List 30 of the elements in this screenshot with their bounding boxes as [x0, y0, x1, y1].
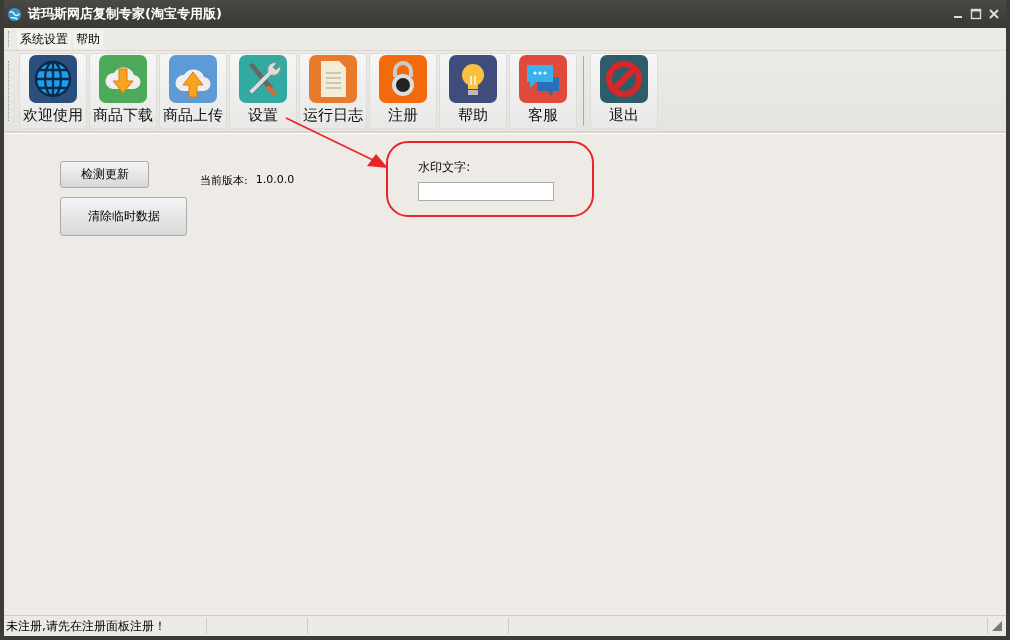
menu-item[interactable]: 帮助: [73, 29, 103, 49]
toolbar-button[interactable]: 商品下载: [89, 53, 157, 129]
prohibition-sign-icon: [600, 55, 648, 103]
version-value: 1.0.0.0: [255, 173, 295, 188]
check-update-button[interactable]: 检测更新: [60, 161, 149, 188]
clear-data-button[interactable]: 清除临时数据: [60, 197, 187, 236]
close-icon[interactable]: [988, 8, 1000, 20]
lightbulb-icon: [449, 55, 497, 103]
resize-grip-icon[interactable]: [992, 621, 1002, 631]
toolbar-button[interactable]: 客服: [509, 53, 577, 129]
toolbar-button[interactable]: 帮助: [439, 53, 507, 129]
toolbar-button[interactable]: 设置: [229, 53, 297, 129]
toolbar-button[interactable]: 退出: [590, 53, 658, 129]
cloud-download-icon: [99, 55, 147, 103]
toolbar-button[interactable]: 注册: [369, 53, 437, 129]
padlock-icon: [379, 55, 427, 103]
cloud-upload-icon: [169, 55, 217, 103]
version-label: 当前版本:: [200, 173, 248, 188]
maximize-icon[interactable]: [970, 8, 982, 20]
menu-item[interactable]: 系统设置: [17, 29, 71, 49]
toolbar-button[interactable]: 运行日志: [299, 53, 367, 129]
chat-bubbles-icon: [519, 55, 567, 103]
document-icon: [309, 55, 357, 103]
toolbar-button[interactable]: 欢迎使用: [19, 53, 87, 129]
window-title: 诺玛斯网店复制专家(淘宝专用版): [28, 5, 223, 23]
toolbar-button[interactable]: 商品上传: [159, 53, 227, 129]
status-message: 未注册,请先在注册面板注册！: [4, 618, 207, 634]
watermark-input-field[interactable]: [418, 182, 555, 201]
watermark-label: 水印文字:: [418, 159, 472, 176]
wrench-screwdriver-icon: [239, 55, 287, 103]
